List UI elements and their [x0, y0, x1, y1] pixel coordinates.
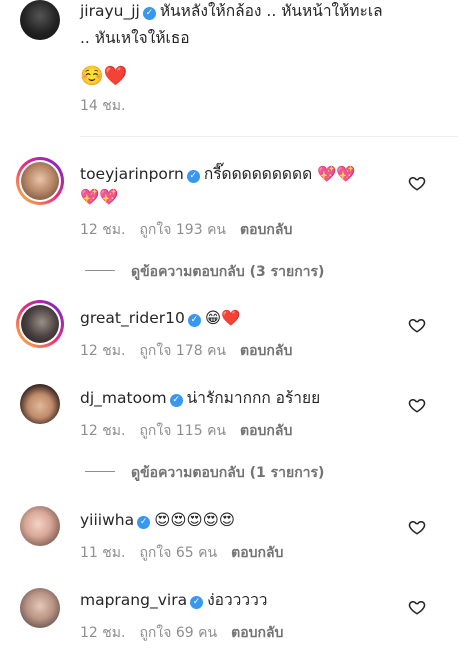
comment-time: 11 ชม. [80, 545, 126, 561]
verified-badge-icon: ✓ [186, 170, 200, 183]
like-count[interactable]: ถูกใจ 65 คน [139, 545, 217, 561]
reply-button[interactable]: ตอบกลับ [240, 423, 292, 439]
heart-outline-icon[interactable] [408, 174, 426, 192]
view-replies-button[interactable]: ดูข้อความตอบกลับ (1 รายการ) [85, 462, 324, 484]
view-replies-label: ดูข้อความตอบกลับ (1 รายการ) [131, 465, 325, 481]
comment-3: dj_matoom ✓ น่ารักมากกก อร้ายย [80, 387, 320, 409]
post-caption: jirayu_jj ✓ หันหลังให้กล้อง .. หันหน้าให้ท… [80, 0, 383, 22]
comment-text: น่ารักมากกก อร้ายย [186, 389, 321, 407]
avatar-dj-matoom[interactable] [20, 384, 60, 424]
comment-username[interactable]: yiiiwha [80, 511, 134, 529]
comment-text: 😍😍😍😍😍 [154, 511, 235, 529]
comment-meta: 12 ชม. ถูกใจ 193 คน ตอบกลับ [80, 219, 306, 241]
view-replies-label: ดูข้อความตอบกลับ (3 รายการ) [131, 264, 325, 280]
comment-username[interactable]: toeyjarinporn [80, 165, 184, 183]
comment-1: toeyjarinporn ✓ กรี๊ดดดดดดดดด 💖💖 [80, 163, 356, 185]
comment-meta: 12 ชม. ถูกใจ 69 คน ตอบกลับ [80, 622, 297, 644]
verified-badge-icon: ✓ [187, 314, 201, 327]
comment-meta: 12 ชม. ถูกใจ 115 คน ตอบกลับ [80, 420, 306, 442]
avatar-toeyjarinporn[interactable] [16, 157, 64, 205]
comment-text: ง่อววววว [207, 591, 268, 609]
reply-button[interactable]: ตอบกลับ [240, 222, 292, 238]
post-time: 14 ชม. [80, 98, 126, 114]
avatar-jirayu[interactable] [20, 0, 60, 40]
comment-text-cont: 💖💖 [80, 188, 119, 206]
caption-line1: หันหลังให้กล้อง .. หันหน้าให้ทะเล [159, 2, 383, 20]
heart-outline-icon[interactable] [408, 518, 426, 536]
verified-badge-icon: ✓ [142, 7, 156, 20]
like-count[interactable]: ถูกใจ 115 คน [139, 423, 226, 439]
reply-button[interactable]: ตอบกลับ [231, 545, 283, 561]
comment-username[interactable]: maprang_vira [80, 591, 187, 609]
comment-username[interactable]: great_rider10 [80, 309, 185, 327]
divider [80, 136, 458, 137]
heart-outline-icon[interactable] [408, 598, 426, 616]
comment-2: great_rider10 ✓ 😁❤️ [80, 307, 240, 329]
comment-meta: 12 ชม. ถูกใจ 178 คน ตอบกลับ [80, 340, 306, 362]
comment-time: 12 ชม. [80, 423, 126, 439]
reply-button[interactable]: ตอบกลับ [231, 625, 283, 641]
comment-text: 😁❤️ [204, 309, 241, 327]
like-count[interactable]: ถูกใจ 178 คน [139, 343, 226, 359]
caption-line2: .. หันเหใจให้เธอ [80, 29, 190, 47]
verified-badge-icon: ✓ [190, 596, 204, 609]
like-count[interactable]: ถูกใจ 193 คน [139, 222, 226, 238]
view-replies-button[interactable]: ดูข้อความตอบกลับ (3 รายการ) [85, 261, 324, 283]
comment-time: 12 ชม. [80, 625, 126, 641]
comment-4: yiiiwha ✓ 😍😍😍😍😍 [80, 509, 235, 531]
avatar-yiiiwha[interactable] [20, 506, 60, 546]
verified-badge-icon: ✓ [169, 394, 183, 407]
comment-username[interactable]: dj_matoom [80, 389, 167, 407]
comment-time: 12 ชม. [80, 343, 126, 359]
avatar-great-rider10[interactable] [16, 300, 64, 348]
comment-time: 12 ชม. [80, 222, 126, 238]
caption-emojis: ☺️❤️ [80, 65, 128, 87]
comment-5: maprang_vira ✓ ง่อววววว [80, 589, 267, 611]
heart-outline-icon[interactable] [408, 316, 426, 334]
heart-outline-icon[interactable] [408, 396, 426, 414]
reply-button[interactable]: ตอบกลับ [240, 343, 292, 359]
verified-badge-icon: ✓ [137, 516, 151, 529]
post-username[interactable]: jirayu_jj [80, 2, 140, 20]
avatar-maprang-vira[interactable] [20, 588, 60, 628]
comment-meta: 11 ชม. ถูกใจ 65 คน ตอบกลับ [80, 542, 297, 564]
comment-text: กรี๊ดดดดดดดดด 💖💖 [203, 165, 356, 183]
like-count[interactable]: ถูกใจ 69 คน [139, 625, 217, 641]
